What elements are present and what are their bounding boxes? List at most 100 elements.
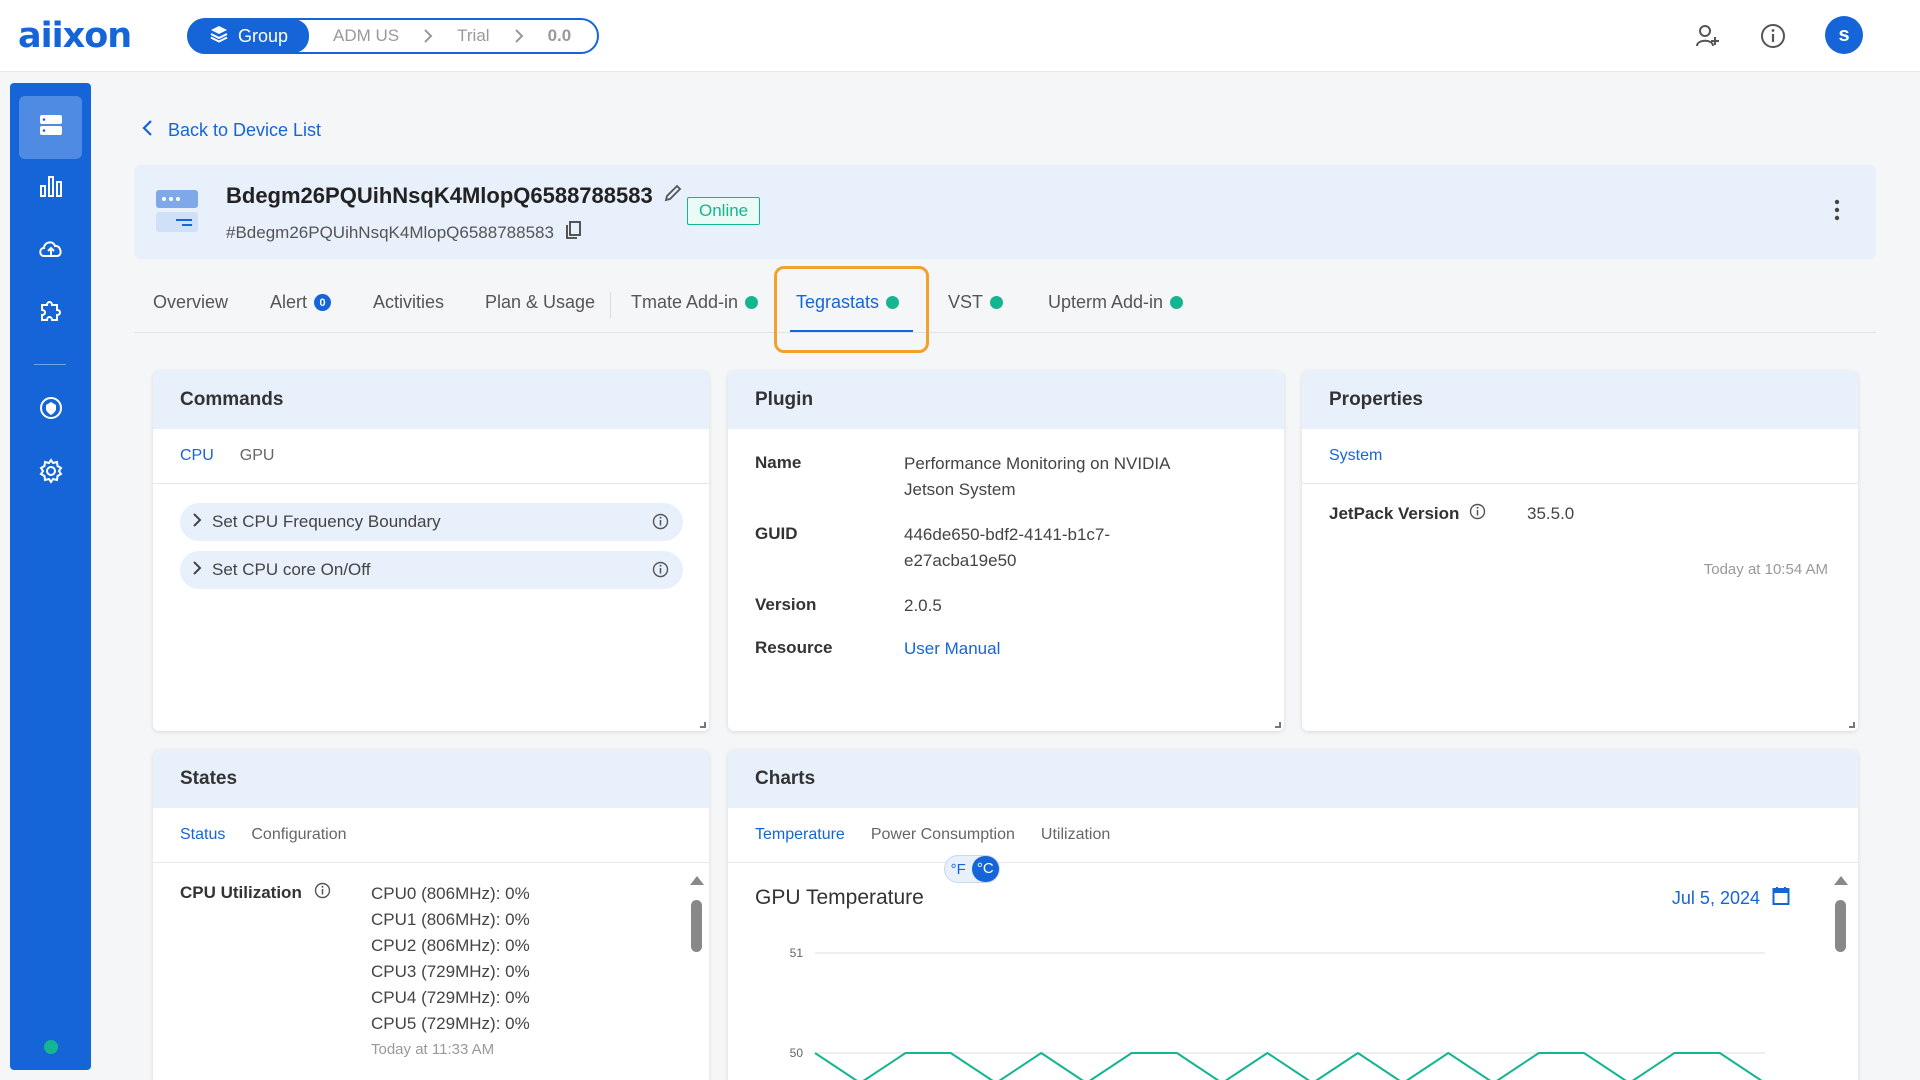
device-name: Bdegm26PQUihNsqK4MlopQ6588788583 <box>226 183 683 209</box>
info-icon[interactable] <box>1759 22 1787 50</box>
states-tabs: Status Configuration <box>153 808 709 863</box>
charts-panel: Charts Temperature Power Consumption Uti… <box>728 750 1858 1080</box>
sidebar-item-security[interactable] <box>19 379 82 442</box>
tab-gpu[interactable]: GPU <box>240 447 275 465</box>
plugin-version-value: 2.0.5 <box>904 596 942 615</box>
tab-status[interactable]: Status <box>180 826 225 844</box>
user-avatar[interactable]: s <box>1825 16 1863 54</box>
copy-icon[interactable] <box>564 220 582 245</box>
resize-handle[interactable] <box>1275 722 1281 728</box>
cpu-core-value: CPU5 (729MHz): 0% <box>371 1014 530 1033</box>
tab-activities[interactable]: Activities <box>373 292 444 313</box>
info-icon[interactable] <box>314 882 331 904</box>
charts-tabs: Temperature Power Consumption Utilizatio… <box>728 808 1858 863</box>
commands-panel: Commands CPU GPU Set CPU Frequency Bound… <box>153 371 709 731</box>
commands-tabs: CPU GPU <box>153 429 709 484</box>
breadcrumb-item[interactable]: 0.0 <box>548 26 572 46</box>
unit-celsius[interactable]: °C <box>971 856 999 882</box>
info-icon[interactable] <box>652 561 669 583</box>
sidebar-item-dashboard[interactable] <box>19 157 82 220</box>
tab-vst[interactable]: VST <box>948 292 1004 313</box>
command-label: Set CPU core On/Off <box>212 560 371 579</box>
tab-label: Tmate Add-in <box>631 292 739 312</box>
states-panel: States Status Configuration CPU Utilizat… <box>153 750 709 1080</box>
unit-toggle[interactable]: °F °C <box>944 855 1000 883</box>
command-set-cpu-frequency[interactable]: Set CPU Frequency Boundary <box>180 503 683 541</box>
sidebar-item-ota[interactable] <box>19 220 82 283</box>
plugin-name-label: Name <box>755 453 802 472</box>
edit-icon[interactable] <box>663 183 683 209</box>
tab-upterm-addin[interactable]: Upterm Add-in <box>1048 292 1184 313</box>
settings-icon <box>38 458 64 489</box>
breadcrumb-group-label: Group <box>237 25 289 46</box>
chevron-right-icon <box>192 512 202 532</box>
calendar-icon <box>1772 886 1790 911</box>
top-bar: aiixon Group ADM US Trial 0.0 s <box>0 0 1920 72</box>
date-picker[interactable]: Jul 5, 2024 <box>1672 886 1790 911</box>
scroll-up-arrow[interactable] <box>1834 876 1848 885</box>
more-options-icon[interactable] <box>1834 199 1840 226</box>
properties-panel: Properties System JetPack Version 35.5.0… <box>1302 371 1858 731</box>
connection-status-dot <box>44 1040 58 1054</box>
device-header-card: Bdegm26PQUihNsqK4MlopQ6588788583 #Bdegm2… <box>134 165 1876 259</box>
unit-fahrenheit[interactable]: °F <box>945 861 972 878</box>
scrollbar-thumb[interactable] <box>1835 900 1846 952</box>
tab-temperature[interactable]: Temperature <box>755 826 845 844</box>
breadcrumb-item[interactable]: Trial <box>457 26 489 46</box>
plugin-version-label: Version <box>755 595 817 614</box>
chevron-right-icon <box>423 29 433 43</box>
info-icon[interactable] <box>652 513 669 535</box>
tab-cpu[interactable]: CPU <box>180 447 214 465</box>
user-manual-link[interactable]: User Manual <box>904 636 1000 662</box>
tab-label: Activities <box>373 292 445 312</box>
chart-title: GPU Temperature <box>755 886 924 909</box>
add-user-icon[interactable] <box>1694 22 1722 50</box>
scrollbar-thumb[interactable] <box>691 900 702 952</box>
status-dot <box>1170 296 1184 309</box>
properties-timestamp: Today at 10:54 AM <box>1703 561 1828 578</box>
chevron-right-icon <box>514 29 524 43</box>
jetpack-label-text: JetPack Version <box>1329 504 1460 523</box>
shield-icon <box>38 395 64 426</box>
sidebar-item-addons[interactable] <box>19 281 82 344</box>
scroll-up-arrow[interactable] <box>690 876 704 885</box>
resize-handle[interactable] <box>700 722 706 728</box>
panel-title: Plugin <box>728 371 1284 429</box>
sidebar-item-devices[interactable] <box>19 96 82 159</box>
plugin-name-line: Performance Monitoring on NVIDIA <box>904 454 1171 473</box>
tab-configuration[interactable]: Configuration <box>251 826 346 844</box>
tab-system[interactable]: System <box>1329 447 1382 465</box>
resize-handle[interactable] <box>1849 722 1855 728</box>
sidebar <box>10 83 91 1070</box>
date-text: Jul 5, 2024 <box>1671 888 1760 908</box>
device-id: #Bdegm26PQUihNsqK4MlopQ6588788583 <box>226 220 582 245</box>
device-icon <box>154 188 200 239</box>
cpu-core-value: CPU0 (806MHz): 0% <box>371 884 530 903</box>
tab-plan-usage[interactable]: Plan & Usage <box>485 292 595 313</box>
command-set-cpu-core[interactable]: Set CPU core On/Off <box>180 551 683 589</box>
plugin-guid-line: 446de650-bdf2-4141-b1c7- <box>904 525 1111 544</box>
tab-tmate-addin[interactable]: Tmate Add-in <box>631 292 759 313</box>
tab-alert[interactable]: Alert 0 <box>270 292 332 313</box>
tab-overview[interactable]: Overview <box>153 292 228 313</box>
tab-power-consumption[interactable]: Power Consumption <box>871 826 1015 844</box>
layers-icon <box>209 24 229 49</box>
alert-count-badge: 0 <box>314 294 332 311</box>
chevron-right-icon <box>192 560 202 580</box>
info-icon[interactable] <box>1469 503 1486 525</box>
back-to-device-list-link[interactable]: Back to Device List <box>142 119 321 142</box>
tab-utilization[interactable]: Utilization <box>1041 826 1110 844</box>
status-dot <box>990 296 1004 309</box>
jetpack-version-value: 35.5.0 <box>1527 504 1575 523</box>
breadcrumb-item[interactable]: ADM US <box>333 26 399 46</box>
cpu-utilization-label: CPU Utilization <box>180 882 331 904</box>
tab-label: Upterm Add-in <box>1048 292 1164 312</box>
tab-label: VST <box>948 292 984 312</box>
device-tabs: Overview Alert 0 Activities Plan & Usage … <box>134 278 1876 333</box>
sidebar-item-settings[interactable] <box>19 442 82 505</box>
tab-label: Plan & Usage <box>485 292 596 312</box>
device-id-text: #Bdegm26PQUihNsqK4MlopQ6588788583 <box>226 222 554 242</box>
breadcrumb-group-button[interactable]: Group <box>188 19 309 53</box>
plugin-panel: Plugin Name Performance Monitoring on NV… <box>728 371 1284 731</box>
y-tick-label: 50 <box>790 1046 804 1060</box>
